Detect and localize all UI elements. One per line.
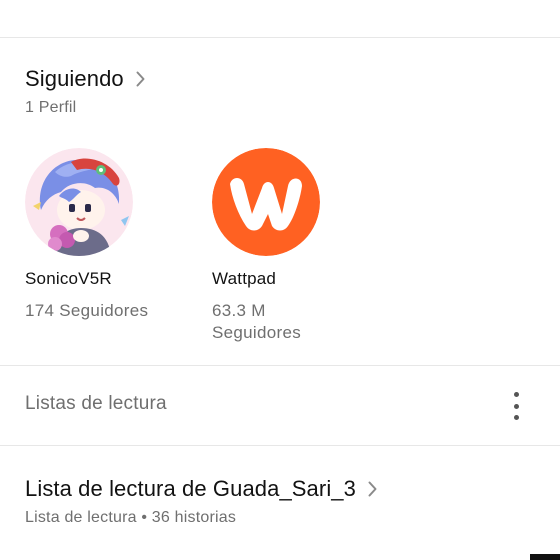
following-header[interactable]: Siguiendo [25, 66, 145, 92]
profile-followers-label: Seguidores [212, 323, 302, 342]
wattpad-logo-icon [212, 148, 320, 256]
kebab-dot [513, 392, 519, 397]
bottom-edge-element [530, 554, 560, 560]
kebab-dot [513, 415, 519, 420]
reading-list-meta: Lista de lectura • 36 historias [25, 509, 237, 526]
profile-followers-count: 174 Seguidores [25, 301, 149, 320]
profile-name: SonicoV5R [25, 269, 112, 288]
profile-name: Wattpad [212, 269, 277, 288]
following-title: Siguiendo [25, 66, 124, 91]
section-divider [0, 445, 560, 446]
reading-lists-label: Listas de lectura [25, 393, 167, 414]
kebab-dot [513, 403, 519, 409]
chevron-right-icon [368, 481, 377, 497]
section-divider [0, 365, 560, 366]
reading-list-item[interactable]: Lista de lectura de Guada_Sari_3 [25, 476, 377, 502]
profile-followers-count: 63.3 M [212, 301, 266, 320]
profile-card-wattpad[interactable]: Wattpad 63.3 M Seguidores [212, 148, 362, 344]
following-count: 1 Perfil [25, 99, 77, 116]
profile-card-sonicov5r[interactable]: SonicoV5R 174 Seguidores [25, 148, 175, 322]
chevron-right-icon [136, 71, 145, 87]
more-vertical-icon[interactable] [506, 390, 526, 422]
profile-followers: 63.3 M Seguidores [212, 300, 362, 344]
profile-followers: 174 Seguidores [25, 300, 175, 322]
top-divider [0, 37, 560, 38]
reading-list-title: Lista de lectura de Guada_Sari_3 [25, 476, 356, 501]
anime-character-avatar [25, 148, 133, 256]
